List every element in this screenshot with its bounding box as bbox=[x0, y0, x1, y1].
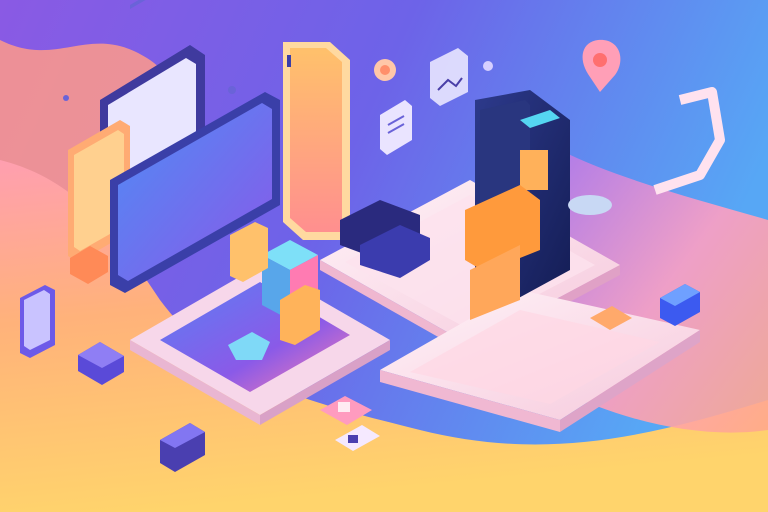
chat-bubble-icon bbox=[374, 59, 396, 81]
isometric-illustration bbox=[0, 0, 768, 512]
smartphone-icon bbox=[283, 42, 350, 240]
left-pillar bbox=[20, 285, 55, 358]
illustration-canvas bbox=[0, 0, 768, 512]
